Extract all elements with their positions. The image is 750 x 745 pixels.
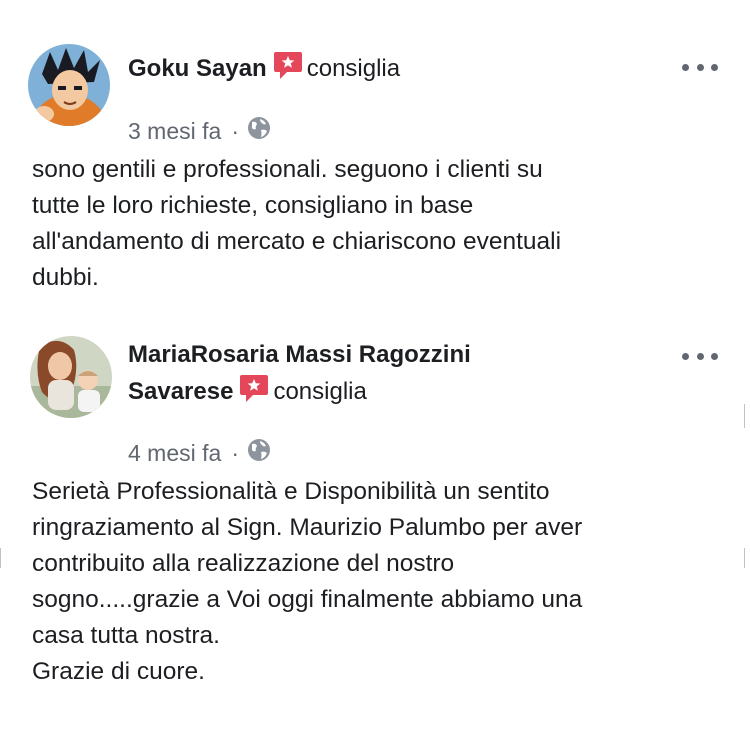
globe-icon [247,116,271,146]
review-text: sono gentili e professionali. seguono i … [32,156,562,291]
more-options-button[interactable] [682,61,718,73]
avatar[interactable] [30,336,112,418]
recommend-label: consiglia [273,378,367,405]
recommend-icon [273,50,303,89]
author-name-continued[interactable]: Savarese [128,378,233,405]
review-header: MariaRosaria Massi Ragozzini Savarese con… [128,337,471,414]
more-options-button[interactable] [682,350,718,362]
recommend-label: consiglia [306,55,401,82]
author-name[interactable]: MariaRosaria Massi Ragozzini [128,341,471,368]
separator: · [231,439,239,466]
recommend-icon [239,373,269,414]
divider [744,548,745,568]
timestamp[interactable]: 4 mesi fa [128,440,221,467]
separator: · [231,117,239,144]
author-name[interactable]: Goku Sayan [128,55,267,82]
review-meta: 3 mesi fa · [128,116,271,146]
review-text: Serietà Professionalità e Disponibilità … [32,478,583,685]
review-header: Goku Sayan consiglia [128,50,400,89]
avatar[interactable] [28,44,110,126]
divider [744,404,745,428]
globe-icon [247,438,271,468]
more-options-icon [682,352,689,360]
divider [0,548,1,568]
more-options-icon [682,63,689,71]
review-meta: 4 mesi fa · [128,438,271,468]
timestamp[interactable]: 3 mesi fa [128,118,221,145]
